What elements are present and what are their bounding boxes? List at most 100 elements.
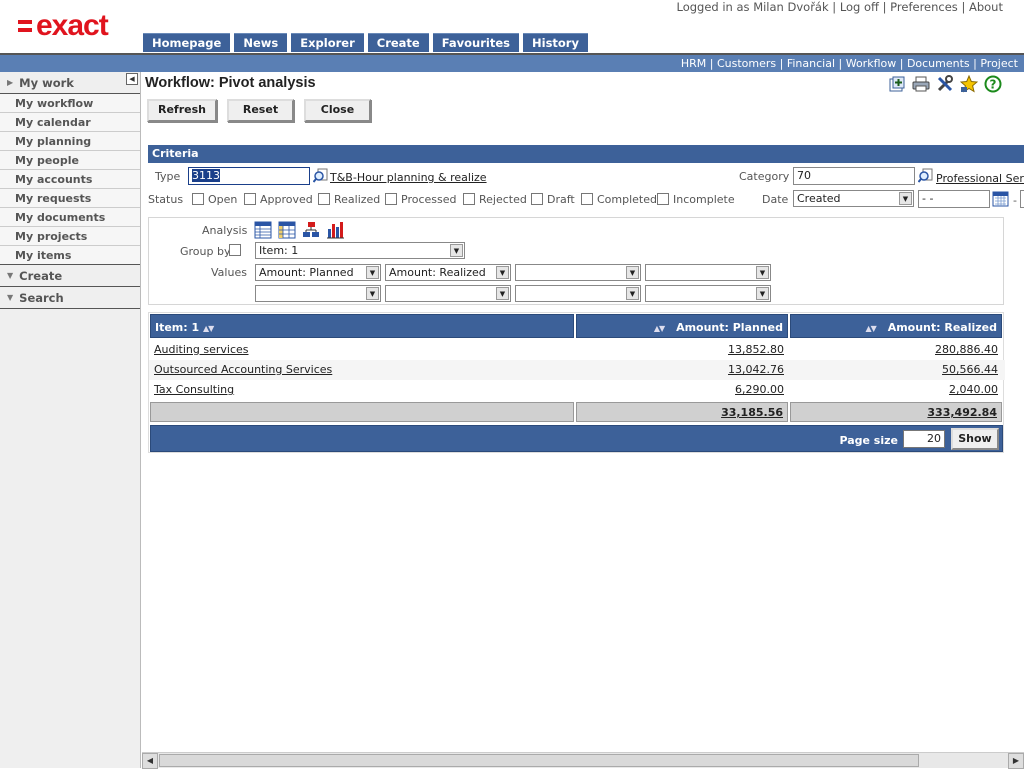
sidebar-item-my-people[interactable]: My people: [0, 151, 140, 170]
row-item-link[interactable]: Outsourced Accounting Services: [154, 363, 332, 376]
sidebar-item-my-calendar[interactable]: My calendar: [0, 113, 140, 132]
values-select-1[interactable]: Amount: Planned ▼: [255, 264, 381, 281]
status-draft-checkbox[interactable]: [531, 193, 543, 205]
date-type-select[interactable]: Created ▼: [793, 190, 914, 207]
sidebar-create-header[interactable]: ▼ Create: [0, 265, 140, 287]
page-size-input[interactable]: 20: [903, 430, 945, 448]
status-incomplete-checkbox[interactable]: [657, 193, 669, 205]
sidebar-item-my-accounts[interactable]: My accounts: [0, 170, 140, 189]
total-row-label-cell: [150, 402, 574, 422]
hierarchy-icon[interactable]: [302, 221, 320, 242]
scroll-right-arrow-icon[interactable]: ▶: [1008, 753, 1024, 769]
row-item-link[interactable]: Auditing services: [154, 343, 249, 356]
status-rejected-checkbox[interactable]: [463, 193, 475, 205]
bar-chart-icon[interactable]: [326, 221, 344, 242]
status-realized-checkbox[interactable]: [318, 193, 330, 205]
sidebar-item-my-documents[interactable]: My documents: [0, 208, 140, 227]
exact-logo[interactable]: exact: [18, 10, 109, 42]
about-link[interactable]: About: [969, 0, 1003, 14]
sidebar-item-my-requests[interactable]: My requests: [0, 189, 140, 208]
category-input[interactable]: 70: [793, 167, 915, 185]
category-lookup-icon[interactable]: [917, 168, 933, 183]
status-completed-checkbox[interactable]: [581, 193, 593, 205]
action-buttons: Refresh Reset Close: [147, 99, 371, 122]
total-planned-value[interactable]: 33,185.56: [721, 406, 783, 419]
subnav-documents[interactable]: Documents: [907, 57, 970, 70]
results-table: Item: 1 ▲▼ ▲▼ Amount: Planned ▲▼ Amount:…: [148, 312, 1005, 453]
logoff-link[interactable]: Log off: [840, 0, 879, 14]
date-type-value: Created: [797, 192, 841, 205]
sort-arrows-icon[interactable]: ▲▼: [203, 324, 214, 333]
subnav-workflow[interactable]: Workflow: [846, 57, 897, 70]
subnav-financial[interactable]: Financial: [787, 57, 835, 70]
tab-create[interactable]: Create: [367, 33, 429, 52]
status-processed-checkbox[interactable]: [385, 193, 397, 205]
user-links: Logged in as Milan Dvořák | Log off | Pr…: [676, 0, 1003, 14]
values-select-4[interactable]: ▼: [645, 264, 771, 281]
show-button[interactable]: Show: [951, 428, 999, 450]
calendar-icon[interactable]: [992, 190, 1009, 207]
tools-icon[interactable]: [936, 75, 954, 93]
row-realized-link[interactable]: 50,566.44: [942, 363, 998, 376]
tab-explorer[interactable]: Explorer: [291, 33, 364, 52]
add-icon[interactable]: [888, 75, 906, 93]
values-select-8[interactable]: ▼: [645, 285, 771, 302]
tab-history[interactable]: History: [523, 33, 588, 52]
sort-arrows-icon[interactable]: ▲▼: [866, 324, 877, 333]
tab-favourites[interactable]: Favourites: [432, 33, 519, 52]
category-link[interactable]: Professional Services: [936, 172, 1024, 185]
type-input[interactable]: 3113: [188, 167, 310, 185]
status-approved-checkbox[interactable]: [244, 193, 256, 205]
column-header-realized[interactable]: ▲▼ Amount: Realized: [790, 314, 1002, 338]
values-select-6[interactable]: ▼: [385, 285, 511, 302]
reset-button[interactable]: Reset: [226, 99, 294, 122]
type-lookup-icon[interactable]: [312, 168, 328, 183]
subnav-project[interactable]: Project: [980, 57, 1018, 70]
row-planned-link[interactable]: 13,852.80: [728, 343, 784, 356]
values-select-5[interactable]: ▼: [255, 285, 381, 302]
subnav-hrm[interactable]: HRM: [681, 57, 706, 70]
values-select-3[interactable]: ▼: [515, 264, 641, 281]
status-open-checkbox[interactable]: [192, 193, 204, 205]
sidebar-item-my-projects[interactable]: My projects: [0, 227, 140, 246]
print-icon[interactable]: [912, 75, 930, 93]
row-planned-link[interactable]: 13,042.76: [728, 363, 784, 376]
horizontal-scrollbar[interactable]: ◀ ▶: [142, 752, 1024, 769]
date-to-input[interactable]: [1020, 190, 1024, 208]
favourite-star-icon[interactable]: [960, 75, 978, 93]
column-header-realized-label: Amount: Realized: [887, 321, 997, 334]
sidebar-search-header[interactable]: ▼ Search: [0, 287, 140, 309]
tab-homepage[interactable]: Homepage: [143, 33, 231, 52]
preferences-link[interactable]: Preferences: [890, 0, 958, 14]
row-realized-cell: 50,566.44: [790, 360, 1002, 380]
scroll-left-arrow-icon[interactable]: ◀: [142, 753, 158, 769]
sort-arrows-icon[interactable]: ▲▼: [654, 324, 665, 333]
tab-news[interactable]: News: [234, 33, 288, 52]
collapse-sidebar-button[interactable]: ◀: [126, 73, 138, 85]
column-header-item[interactable]: Item: 1 ▲▼: [150, 314, 574, 338]
row-realized-link[interactable]: 280,886.40: [935, 343, 998, 356]
row-item-link[interactable]: Tax Consulting: [154, 383, 234, 396]
row-planned-link[interactable]: 6,290.00: [735, 383, 784, 396]
date-from-input[interactable]: - -: [918, 190, 990, 208]
row-realized-link[interactable]: 2,040.00: [949, 383, 998, 396]
refresh-button[interactable]: Refresh: [147, 99, 217, 122]
total-realized-value[interactable]: 333,492.84: [927, 406, 997, 419]
row-planned-cell: 13,042.76: [576, 360, 788, 380]
column-header-planned[interactable]: ▲▼ Amount: Planned: [576, 314, 788, 338]
sidebar-item-my-planning[interactable]: My planning: [0, 132, 140, 151]
type-link[interactable]: T&B-Hour planning & realize: [330, 171, 487, 184]
table-view-icon[interactable]: [254, 221, 272, 242]
groupby-select[interactable]: Item: 1 ▼: [255, 242, 465, 259]
values-select-2[interactable]: Amount: Realized ▼: [385, 264, 511, 281]
sidebar-item-my-items[interactable]: My items: [0, 246, 140, 265]
subnav-customers[interactable]: Customers: [717, 57, 776, 70]
sidebar-item-my-workflow[interactable]: My workflow: [0, 94, 140, 113]
sidebar-my-work-header[interactable]: ▶ My work ◀: [0, 72, 140, 94]
help-icon[interactable]: ?: [984, 75, 1002, 93]
values-select-7[interactable]: ▼: [515, 285, 641, 302]
scrollbar-thumb[interactable]: [159, 754, 919, 767]
pivot-table-icon[interactable]: [278, 221, 296, 242]
close-button[interactable]: Close: [303, 99, 371, 122]
groupby-checkbox[interactable]: [229, 244, 241, 256]
